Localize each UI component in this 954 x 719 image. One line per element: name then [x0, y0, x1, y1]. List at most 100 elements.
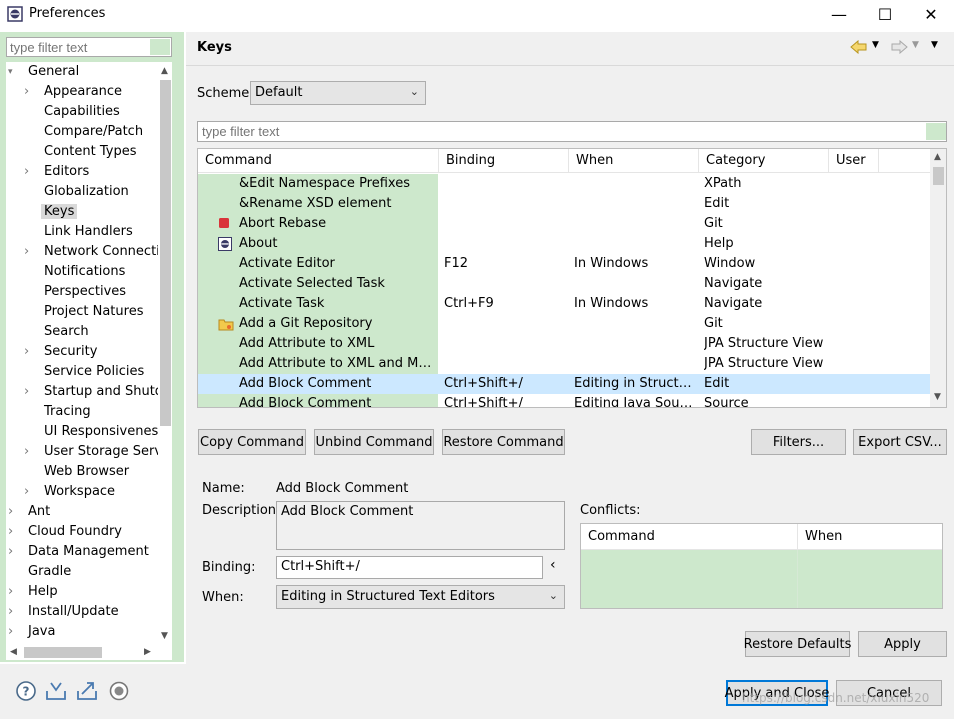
tree-item-link-handlers[interactable]: Link Handlers [44, 222, 133, 242]
apply-button[interactable]: Apply [858, 631, 947, 657]
expand-icon[interactable]: › [24, 382, 34, 402]
table-row[interactable]: About Help [198, 234, 930, 254]
binding-field[interactable]: Ctrl+Shift+/ [276, 556, 543, 579]
scroll-up-icon[interactable]: ▲ [934, 152, 941, 162]
scroll-down-icon[interactable]: ▼ [934, 392, 941, 402]
table-row[interactable]: Add a Git Repository Git [198, 314, 930, 334]
tree-item-gradle[interactable]: Gradle [28, 562, 71, 582]
tree-hscroll-thumb[interactable] [24, 647, 102, 658]
table-vertical-scrollbar[interactable] [930, 149, 946, 407]
scroll-left-icon[interactable]: ◀ [10, 647, 17, 657]
expand-icon[interactable]: › [8, 502, 18, 522]
clear-filter-icon[interactable] [150, 39, 170, 55]
table-scroll-thumb[interactable] [933, 167, 944, 185]
tree-item-search[interactable]: Search [44, 322, 89, 342]
table-row[interactable]: Activate Selected Task Navigate [198, 274, 930, 294]
scroll-right-icon[interactable]: ▶ [144, 647, 151, 657]
tree-item-compare-patch[interactable]: Compare/Patch [44, 122, 143, 142]
table-row[interactable]: Abort Rebase Git [198, 214, 930, 234]
tree-item-editors[interactable]: Editors [44, 162, 89, 182]
description-field[interactable]: Add Block Comment [276, 501, 565, 550]
help-icon[interactable]: ? [15, 680, 37, 702]
conflicts-column-command[interactable]: Command [581, 524, 798, 550]
back-menu-chevron-icon[interactable]: ▼ [872, 40, 879, 50]
tree-item-perspectives[interactable]: Perspectives [44, 282, 126, 302]
minimize-button[interactable]: — [816, 0, 862, 28]
tree-item-general[interactable]: General [28, 62, 79, 82]
table-row[interactable]: Add Attribute to XML and Map... JPA Struc… [198, 354, 930, 374]
restore-defaults-button[interactable]: Restore Defaults [744, 631, 851, 657]
forward-icon[interactable] [890, 40, 908, 54]
tree-item-workspace[interactable]: Workspace [44, 482, 115, 502]
tree-item-user-storage-servic[interactable]: User Storage Servic [44, 442, 158, 462]
unbind-command-button[interactable]: Unbind Command [314, 429, 434, 455]
tree-item-keys[interactable]: Keys [41, 202, 78, 222]
table-row[interactable]: Add Block Comment Ctrl+Shift+/ Editing Jav… [198, 394, 930, 407]
tree-item-capabilities[interactable]: Capabilities [44, 102, 120, 122]
tree-filter-input[interactable] [6, 37, 172, 57]
import-icon[interactable] [45, 680, 67, 702]
record-icon[interactable] [108, 680, 130, 702]
export-csv-button[interactable]: Export CSV... [853, 429, 947, 455]
tree-item-java[interactable]: Java [28, 622, 55, 642]
table-row[interactable]: Activate Task Ctrl+F9 In Windows Navigate [198, 294, 930, 314]
table-row[interactable]: Add Attribute to XML JPA Structure View [198, 334, 930, 354]
export-icon[interactable] [76, 680, 98, 702]
scheme-select[interactable]: Default ⌄ [250, 81, 426, 105]
tree-item-ui-responsiveness[interactable]: UI Responsiveness [44, 422, 158, 442]
expand-icon[interactable]: › [24, 162, 34, 182]
tree-item-install-update[interactable]: Install/Update [28, 602, 119, 622]
table-row[interactable]: Add Block Comment Ctrl+Shift+/ Editing in … [198, 374, 930, 394]
tree-item-help[interactable]: Help [28, 582, 58, 602]
tree-item-startup-and-shutdo[interactable]: Startup and Shutdo [44, 382, 158, 402]
expand-icon[interactable]: › [24, 342, 34, 362]
table-row[interactable]: &Edit Namespace Prefixes XPath [198, 174, 930, 194]
tree-item-data-management[interactable]: Data Management [28, 542, 149, 562]
tree-item-ant[interactable]: Ant [28, 502, 50, 522]
scroll-up-icon[interactable]: ▲ [161, 66, 168, 76]
tree-item-service-policies[interactable]: Service Policies [44, 362, 144, 382]
conflicts-column-when[interactable]: When [798, 524, 942, 550]
tree-scroll-thumb[interactable] [160, 80, 171, 426]
view-menu-icon[interactable]: ▼ [931, 40, 938, 50]
column-header-user[interactable]: User [829, 149, 879, 173]
tree-item-web-browser[interactable]: Web Browser [44, 462, 129, 482]
tree-item-project-natures[interactable]: Project Natures [44, 302, 143, 322]
tree-item-security[interactable]: Security [44, 342, 97, 362]
expand-icon[interactable]: › [8, 602, 18, 622]
tree-item-notifications[interactable]: Notifications [44, 262, 125, 282]
maximize-button[interactable]: ☐ [862, 0, 908, 28]
tree-item-tracing[interactable]: Tracing [44, 402, 91, 422]
expand-icon[interactable]: › [24, 482, 34, 502]
expand-icon[interactable]: › [8, 522, 18, 542]
tree-item-appearance[interactable]: Appearance [44, 82, 122, 102]
expand-icon[interactable]: › [8, 582, 18, 602]
column-header-when[interactable]: When [569, 149, 699, 173]
copy-command-button[interactable]: Copy Command [198, 429, 306, 455]
cell-category: Navigate [704, 296, 763, 311]
expand-icon[interactable]: › [24, 242, 34, 262]
expand-icon[interactable]: › [8, 542, 18, 562]
column-header-category[interactable]: Category [699, 149, 829, 173]
back-icon[interactable] [850, 40, 868, 54]
tree-item-network-connectio[interactable]: Network Connectio [44, 242, 158, 262]
expand-icon[interactable]: › [24, 82, 34, 102]
filters-button[interactable]: Filters... [751, 429, 846, 455]
tree-item-content-types[interactable]: Content Types [44, 142, 136, 162]
binding-menu-button[interactable]: ‹ [550, 557, 556, 573]
restore-command-button[interactable]: Restore Command [442, 429, 565, 455]
forward-menu-chevron-icon[interactable]: ▼ [912, 40, 919, 50]
expand-icon[interactable]: › [24, 442, 34, 462]
close-button[interactable]: ✕ [908, 0, 954, 28]
tree-item-globalization[interactable]: Globalization [44, 182, 129, 202]
command-filter-input[interactable] [197, 121, 947, 142]
scroll-down-icon[interactable]: ▼ [161, 631, 168, 641]
collapse-icon[interactable]: ▾ [8, 62, 18, 82]
table-row[interactable]: &Rename XSD element Edit [198, 194, 930, 214]
expand-icon[interactable]: › [8, 622, 18, 642]
column-header-binding[interactable]: Binding [439, 149, 569, 173]
clear-filter-icon[interactable] [926, 123, 946, 140]
tree-item-cloud-foundry[interactable]: Cloud Foundry [28, 522, 122, 542]
when-select[interactable]: Editing in Structured Text Editors ⌄ [276, 585, 565, 609]
table-row[interactable]: Activate Editor F12 In Windows Window [198, 254, 930, 274]
